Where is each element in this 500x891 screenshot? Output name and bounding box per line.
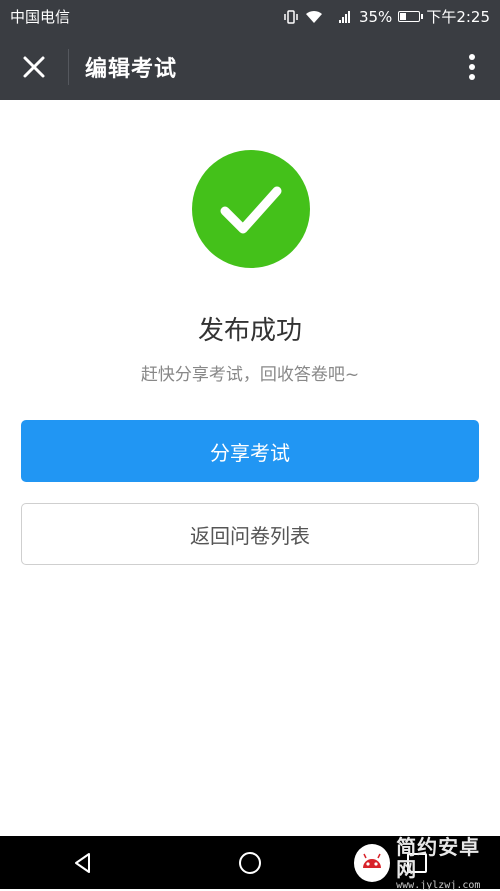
watermark-name: 简约安卓网 xyxy=(396,834,481,881)
watermark: 简约安卓网 www.jylzwj.com xyxy=(354,836,496,891)
watermark-text: 简约安卓网 www.jylzwj.com xyxy=(396,836,496,891)
signal-icon xyxy=(329,10,353,24)
vibrate-icon xyxy=(283,9,299,24)
share-exam-button[interactable]: 分享考试 xyxy=(21,420,479,482)
success-icon xyxy=(192,150,310,268)
status-bar: 中国电信 35% 下午2:25 xyxy=(0,0,500,33)
nav-back-icon xyxy=(75,852,91,873)
nav-home-button[interactable] xyxy=(220,836,280,889)
nav-home-icon xyxy=(238,851,261,874)
carrier-label: 中国电信 xyxy=(10,8,71,26)
checkmark-icon xyxy=(220,186,282,234)
more-options-button[interactable] xyxy=(444,33,500,100)
close-button[interactable] xyxy=(0,33,68,100)
wifi-icon xyxy=(305,10,323,24)
success-subtitle: 赶快分享考试，回收答卷吧~ xyxy=(140,365,360,385)
status-icons: 35% 下午2:25 xyxy=(283,6,490,27)
page-title: 编辑考试 xyxy=(85,56,178,82)
battery-fill xyxy=(400,13,407,20)
watermark-logo-icon xyxy=(354,844,391,882)
clock: 下午2:25 xyxy=(426,8,490,26)
battery-percent: 35% xyxy=(358,7,393,26)
back-to-list-button[interactable]: 返回问卷列表 xyxy=(21,503,479,565)
success-title: 发布成功 xyxy=(197,316,302,346)
battery-icon xyxy=(398,11,424,22)
more-vertical-icon xyxy=(469,53,475,80)
close-icon xyxy=(23,56,45,77)
title-bar: 编辑考试 xyxy=(0,33,500,100)
nav-back-button[interactable] xyxy=(53,836,113,889)
